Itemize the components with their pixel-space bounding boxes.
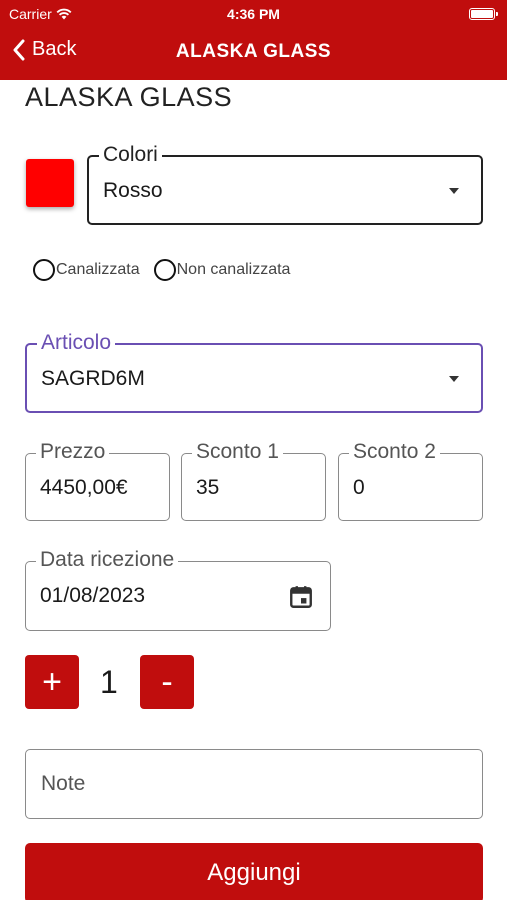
colori-label: Colori [99, 143, 162, 167]
data-ricezione-label: Data ricezione [36, 548, 179, 572]
articolo-select[interactable]: Articolo SAGRD6M [25, 331, 483, 413]
sconto2-field[interactable]: Sconto 2 0 [338, 440, 483, 521]
prezzo-field[interactable]: Prezzo 4450,00€ [25, 440, 170, 521]
add-button[interactable]: Aggiungi [25, 843, 483, 900]
canalizzata-radio-group: Canalizzata Non canalizzata [33, 259, 304, 281]
status-bar: Carrier 4:36 PM [0, 0, 507, 28]
color-swatch [26, 159, 74, 207]
increment-button[interactable]: + [25, 655, 79, 709]
data-ricezione-field[interactable]: Data ricezione 01/08/2023 [25, 548, 331, 631]
articolo-label: Articolo [37, 331, 116, 355]
sconto1-label: Sconto 1 [192, 440, 283, 464]
app-header: Carrier 4:36 PM Back ALASKA GLASS [0, 0, 507, 80]
articolo-value: SAGRD6M [41, 367, 145, 390]
sconto2-label: Sconto 2 [349, 440, 440, 464]
chevron-down-icon [449, 188, 459, 194]
status-time: 4:36 PM [227, 6, 280, 22]
sconto1-value: 35 [196, 476, 220, 499]
radio-circle-icon [33, 259, 55, 281]
decrement-button[interactable]: - [140, 655, 194, 709]
nav-bar: Back ALASKA GLASS [0, 28, 507, 80]
page-title: ALASKA GLASS [25, 82, 233, 112]
sconto2-value: 0 [353, 476, 365, 499]
colori-value: Rosso [103, 179, 163, 202]
calendar-icon[interactable] [288, 584, 314, 610]
radio-circle-icon [153, 259, 176, 281]
radio-non-canalizzata[interactable]: Non canalizzata [153, 259, 291, 281]
radio-label-canalizzata: Canalizzata [56, 261, 140, 278]
sconto1-field[interactable]: Sconto 1 35 [181, 440, 326, 521]
prezzo-label: Prezzo [36, 440, 110, 464]
quantity-value: 1 [100, 664, 118, 700]
prezzo-value: 4450,00€ [40, 476, 128, 499]
note-placeholder: Note [41, 772, 86, 795]
note-field[interactable]: Note [25, 749, 483, 819]
radio-label-non-canalizzata: Non canalizzata [176, 261, 291, 278]
data-ricezione-value: 01/08/2023 [40, 584, 146, 607]
battery-icon [469, 8, 498, 20]
colori-select[interactable]: Colori Rosso [87, 143, 483, 225]
chevron-down-icon [449, 376, 459, 382]
radio-canalizzata[interactable]: Canalizzata [33, 259, 140, 281]
nav-title: ALASKA GLASS [175, 41, 332, 62]
